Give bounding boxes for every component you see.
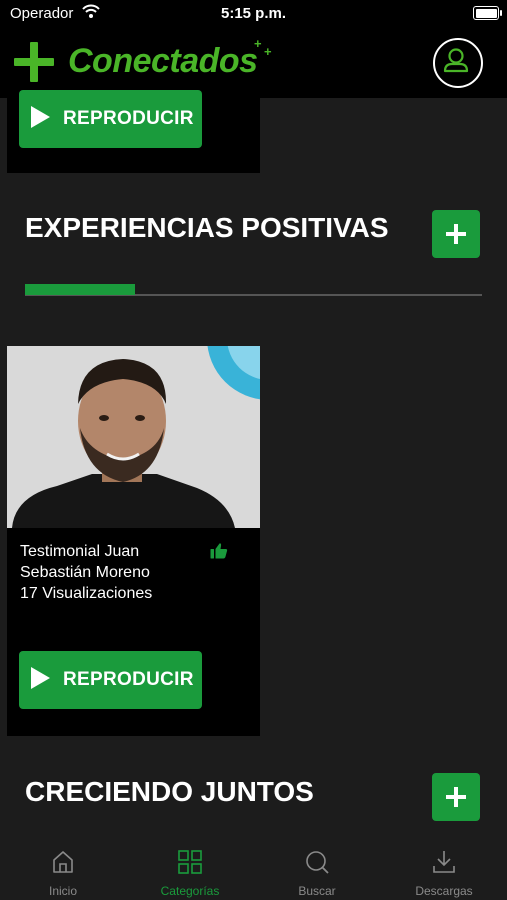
tab-buscar[interactable]: Buscar [254,835,380,900]
video-card-previous: REPRODUCIR [7,90,260,173]
profile-button[interactable] [433,38,483,88]
play-icon [31,106,50,128]
play-button[interactable]: REPRODUCIR [19,651,202,709]
play-icon [31,667,50,689]
logo-plus-icon [14,42,54,82]
carousel-indicator [25,284,135,295]
video-title-line: Sebastián Moreno [20,564,150,581]
section-add-button[interactable] [432,210,480,258]
video-info: Testimonial Juan Sebastián Moreno 17 Vis… [20,541,152,604]
person-portrait-image [7,346,260,528]
tab-label: Descargas [415,884,473,898]
sparkle-icon: + [264,44,272,59]
tab-inicio[interactable]: Inicio [0,835,126,900]
section-title: CRECIENDO JUNTOS [25,776,314,807]
home-icon [53,851,73,873]
app-header: Conectados + + [0,28,507,98]
video-title-line: Testimonial Juan [20,543,140,560]
tab-categorias[interactable]: Categorías [127,835,253,900]
section-add-button[interactable] [432,773,480,821]
status-bar: Operador 5:15 p.m. [0,0,507,28]
app-logo-text: Conectados [68,42,258,80]
video-views: 17 Visualizaciones [20,585,153,602]
tab-label: Categorías [160,884,220,898]
play-button-label: REPRODUCIR [63,108,194,129]
download-icon [433,851,455,873]
tab-descargas[interactable]: Descargas [381,835,507,900]
tab-label: Buscar [298,884,336,898]
search-icon [306,851,329,874]
thumbs-up-icon[interactable] [210,542,228,559]
video-thumbnail[interactable] [7,346,260,528]
battery-icon [473,6,502,20]
sparkle-icon: + [254,36,262,51]
play-button[interactable]: REPRODUCIR [19,90,202,148]
user-icon [443,48,469,73]
video-card[interactable]: Testimonial Juan Sebastián Moreno 17 Vis… [7,346,260,736]
tab-label: Inicio [48,884,77,898]
grid-icon [178,850,202,874]
section-title: EXPERIENCIAS POSITIVAS [25,212,389,243]
play-button-label: REPRODUCIR [63,669,194,690]
bottom-tab-bar: Inicio Categorías Buscar Descargas [0,835,507,900]
clock: 5:15 p.m. [220,5,287,22]
